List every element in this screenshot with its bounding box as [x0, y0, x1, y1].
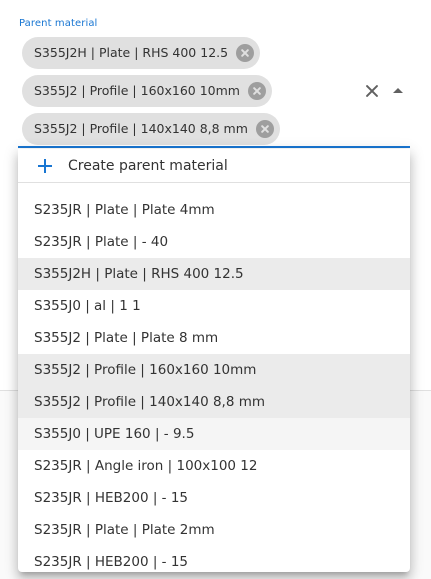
option-label: S355J2 | Plate | Plate 8 mm — [34, 330, 219, 346]
option-label: S235JR | Plate | - 40 — [34, 234, 169, 250]
input-underline — [18, 146, 410, 148]
selected-chip[interactable]: S355J2 | Profile | 160x160 10mm — [22, 75, 272, 107]
arrow-drop-up-icon[interactable] — [388, 81, 408, 101]
list-option[interactable]: S355J2H | Plate | RHS 400 12.5 — [18, 258, 410, 290]
option-label: S355J0 | UPE 160 | - 9.5 — [34, 426, 195, 442]
close-icon[interactable] — [362, 81, 382, 101]
chip-label: S355J2H | Plate | RHS 400 12.5 — [34, 45, 229, 60]
list-option[interactable]: S235JR | Angle iron | 100x100 12 — [18, 450, 410, 482]
list-option[interactable]: S355J0 | al | 1 1 — [18, 290, 410, 322]
chip-label: S355J2 | Profile | 140x140 8,8 mm — [34, 121, 248, 136]
list-option[interactable]: S235JR | Plate | Plate 2mm — [18, 514, 410, 546]
option-label: S235JR | Plate | Plate 4mm — [34, 202, 215, 218]
option-label: S355J2H | Plate | RHS 400 12.5 — [34, 266, 244, 282]
field-label: Parent material — [19, 18, 98, 29]
list-option[interactable]: S235JR | HEB200 | - 15 — [18, 482, 410, 514]
cancel-circle-icon[interactable] — [236, 44, 255, 62]
list-option[interactable]: S235JR | Plate | - 40 — [18, 226, 410, 258]
list-option[interactable]: S355J2 | Profile | 160x160 10mm — [18, 354, 410, 386]
list-option[interactable]: S355J2 | Profile | 140x140 8,8 mm — [18, 386, 410, 418]
option-list: S235JR | Plate | Plate 4mm S235JR | Plat… — [18, 183, 410, 572]
plus-icon — [38, 158, 52, 173]
list-option[interactable]: S235JR | Plate | Plate 4mm — [18, 194, 410, 226]
create-parent-material-option[interactable]: Create parent material — [18, 149, 410, 183]
option-label: S355J0 | al | 1 1 — [34, 298, 141, 314]
parent-material-autocomplete[interactable]: Parent material S355J2H | Plate | RHS 40… — [18, 0, 410, 149]
options-listbox: Create parent material S235JR | Plate | … — [18, 149, 410, 572]
list-option[interactable]: S355J0 | UPE 160 | - 9.5 — [18, 418, 410, 450]
option-label: S235JR | HEB200 | - 15 — [34, 554, 189, 570]
option-label: S355J2 | Profile | 160x160 10mm — [34, 362, 257, 378]
selected-chip[interactable]: S355J2H | Plate | RHS 400 12.5 — [22, 37, 261, 69]
cancel-circle-icon[interactable] — [255, 120, 274, 138]
cancel-circle-icon[interactable] — [247, 82, 266, 100]
option-label: S235JR | Plate | Plate 2mm — [34, 522, 215, 538]
create-option-label: Create parent material — [68, 157, 228, 174]
list-option[interactable]: S235JR | HEB200 | - 15 — [18, 546, 410, 572]
option-label: S235JR | Angle iron | 100x100 12 — [34, 458, 258, 474]
option-label: S235JR | HEB200 | - 15 — [34, 490, 189, 506]
list-option[interactable]: S355J2 | Plate | Plate 8 mm — [18, 322, 410, 354]
selected-chip[interactable]: S355J2 | Profile | 140x140 8,8 mm — [22, 113, 280, 145]
chip-list: S355J2H | Plate | RHS 400 12.5 S355J2 | … — [22, 37, 362, 151]
option-label: S355J2 | Profile | 140x140 8,8 mm — [34, 394, 266, 410]
chip-label: S355J2 | Profile | 160x160 10mm — [34, 83, 240, 98]
